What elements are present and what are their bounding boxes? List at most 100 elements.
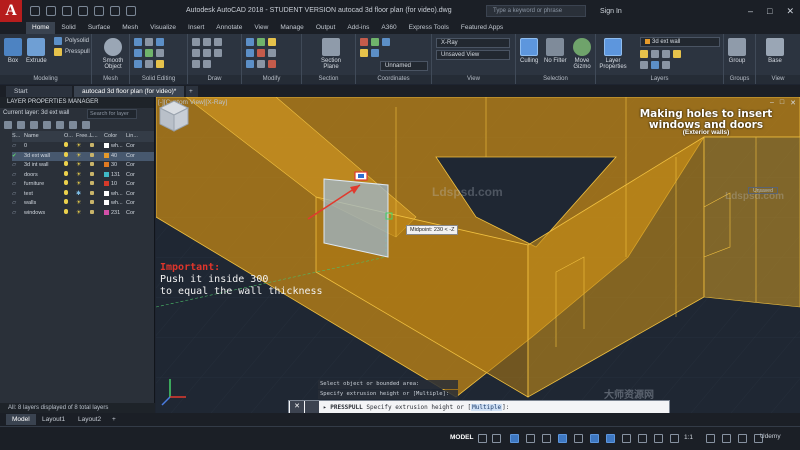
layer-status-icon[interactable]: ▱	[12, 209, 24, 219]
new-group-filter-icon[interactable]	[17, 121, 25, 129]
sign-in-button[interactable]: Sign In	[600, 8, 622, 15]
layer-unlock-icon[interactable]	[90, 171, 104, 181]
grid-icon[interactable]	[478, 434, 487, 443]
annotation-scale[interactable]: 1:1	[684, 434, 693, 441]
tab-surface[interactable]: Surface	[82, 22, 116, 34]
hatch-icon[interactable]	[214, 49, 222, 57]
layer-name[interactable]: 0	[24, 142, 64, 152]
ucs-3point-icon[interactable]	[382, 38, 390, 46]
annotation-monitor-icon[interactable]	[722, 434, 731, 443]
layer-status-icon[interactable]: ▱	[12, 199, 24, 209]
selection-cycling-icon[interactable]	[654, 434, 663, 443]
add-layout-button[interactable]: +	[106, 414, 122, 425]
layer-name[interactable]: furniture	[24, 180, 64, 190]
saveas-icon[interactable]	[78, 6, 88, 16]
tab-model[interactable]: Model	[6, 414, 36, 425]
tab-featured-apps[interactable]: Featured Apps	[455, 22, 509, 34]
layer-row[interactable]: ▱ 0 ☀ wh... Cor	[12, 142, 154, 152]
layer-status-icon[interactable]: ▱	[12, 190, 24, 200]
layer-linetype[interactable]: Cor	[126, 180, 138, 190]
layer-thawed-sun-icon[interactable]: ☀	[76, 199, 90, 209]
layer-on-bulb-icon[interactable]	[64, 208, 76, 219]
layer-linetype[interactable]: Cor	[126, 142, 138, 152]
mirror-icon[interactable]	[246, 60, 254, 68]
tab-home[interactable]: Home	[26, 22, 56, 34]
ucs-world-icon[interactable]	[371, 38, 379, 46]
new-layer-frozen-icon[interactable]	[56, 121, 64, 129]
layer-on-bulb-icon[interactable]	[64, 180, 76, 190]
isodraft-icon[interactable]	[574, 434, 583, 443]
layer-row[interactable]: ▱ 3d int wall ☀ 30 Cor	[12, 161, 154, 171]
layer-thawed-sun-icon[interactable]: ☀	[76, 180, 90, 190]
tab-manage[interactable]: Manage	[274, 22, 310, 34]
layer-thawed-sun-icon[interactable]: ☀	[76, 161, 90, 171]
group-button[interactable]: Group	[728, 38, 746, 64]
layer-off-icon[interactable]	[651, 50, 659, 58]
layer-linetype[interactable]: Cor	[126, 171, 138, 181]
section-plane-button[interactable]: Section Plane	[316, 38, 346, 70]
layer-status-icon[interactable]: ▱	[12, 180, 24, 190]
erase-icon[interactable]	[268, 60, 276, 68]
layer-row[interactable]: ▱ furniture ☀ 10 Cor	[12, 180, 154, 190]
layer-on-bulb-icon[interactable]	[64, 151, 76, 162]
layer-row[interactable]: ▱ windows ☀ 231 Cor	[12, 208, 154, 219]
layer-color[interactable]: wh...	[104, 199, 126, 209]
search-input[interactable]: Type a keyword or phrase	[486, 5, 586, 17]
annotation-scale-icon[interactable]	[670, 434, 679, 443]
intersect-icon[interactable]	[134, 60, 142, 68]
layer-properties-button[interactable]: Layer Properties	[598, 38, 628, 70]
polysolid-button[interactable]: Polysolid	[54, 37, 89, 45]
layer-linetype[interactable]: Cor	[126, 190, 138, 200]
layer-unlock-icon[interactable]	[90, 152, 104, 162]
set-current-icon[interactable]	[82, 121, 90, 129]
save-icon[interactable]	[62, 6, 72, 16]
tab-mesh[interactable]: Mesh	[116, 22, 144, 34]
layer-dropdown[interactable]: 3d ext wall	[640, 37, 720, 47]
layer-thawed-sun-icon[interactable]: ☀	[76, 152, 90, 162]
tab-visualize[interactable]: Visualize	[144, 22, 182, 34]
layer-on-bulb-icon[interactable]	[64, 142, 76, 152]
layer-linetype[interactable]: Cor	[126, 152, 138, 162]
layer-name[interactable]: windows	[24, 209, 64, 219]
layer-on-icon[interactable]	[640, 50, 648, 58]
model-space-toggle[interactable]: MODEL	[450, 434, 473, 441]
base-button[interactable]: Base	[766, 38, 784, 64]
header-color[interactable]: Color	[104, 131, 126, 142]
print-icon[interactable]	[94, 6, 104, 16]
layer-thawed-sun-icon[interactable]: ☀	[76, 209, 90, 219]
line-icon[interactable]	[192, 38, 200, 46]
match-layer-icon[interactable]	[662, 61, 670, 69]
viewport-minimize-icon[interactable]: –	[770, 99, 774, 107]
infer-constraints-icon[interactable]	[510, 434, 519, 443]
snap-icon[interactable]	[492, 434, 501, 443]
object-snap-tracking-icon[interactable]	[590, 434, 599, 443]
drawing-viewport[interactable]: [-][Custom View][X-Ray] – □ ✕ Ldspsd.com…	[156, 97, 800, 413]
layer-name[interactable]: 3d int wall	[24, 161, 64, 171]
tab-a360[interactable]: A360	[375, 22, 402, 34]
header-name[interactable]: Name	[24, 131, 64, 142]
header-lock[interactable]: L...	[90, 131, 104, 142]
undo-icon[interactable]	[110, 6, 120, 16]
layer-color[interactable]: 131	[104, 171, 126, 181]
ucs-view-icon[interactable]	[371, 49, 379, 57]
command-line[interactable]: ✕ ▸ PRESSPULL Specify extrusion height o…	[288, 400, 670, 414]
no-filter-button[interactable]: No Filter	[544, 38, 567, 64]
command-prompt[interactable]: ▸ PRESSPULL Specify extrusion height or …	[323, 403, 509, 411]
tab-layout2[interactable]: Layout2	[72, 414, 107, 425]
layer-unlock-icon[interactable]	[90, 180, 104, 190]
array-icon[interactable]	[257, 60, 265, 68]
fillet-icon[interactable]	[268, 49, 276, 57]
layer-unlock-icon[interactable]	[90, 209, 104, 219]
layer-on-bulb-icon[interactable]	[64, 199, 76, 209]
command-option-multiple[interactable]: Multiple	[471, 403, 503, 411]
layer-search-input[interactable]: Search for layer	[87, 109, 137, 119]
lineweight-icon[interactable]	[622, 434, 631, 443]
box-button[interactable]: Box	[4, 38, 22, 64]
layer-name[interactable]: 3d ext wall	[24, 152, 64, 162]
imprint-icon[interactable]	[156, 60, 164, 68]
viewport-close-icon[interactable]: ✕	[790, 99, 796, 107]
layer-name[interactable]: walls	[24, 199, 64, 209]
visual-style-dropdown[interactable]: X-Ray	[436, 38, 510, 48]
layer-color[interactable]: wh...	[104, 142, 126, 152]
tab-view[interactable]: View	[248, 22, 274, 34]
